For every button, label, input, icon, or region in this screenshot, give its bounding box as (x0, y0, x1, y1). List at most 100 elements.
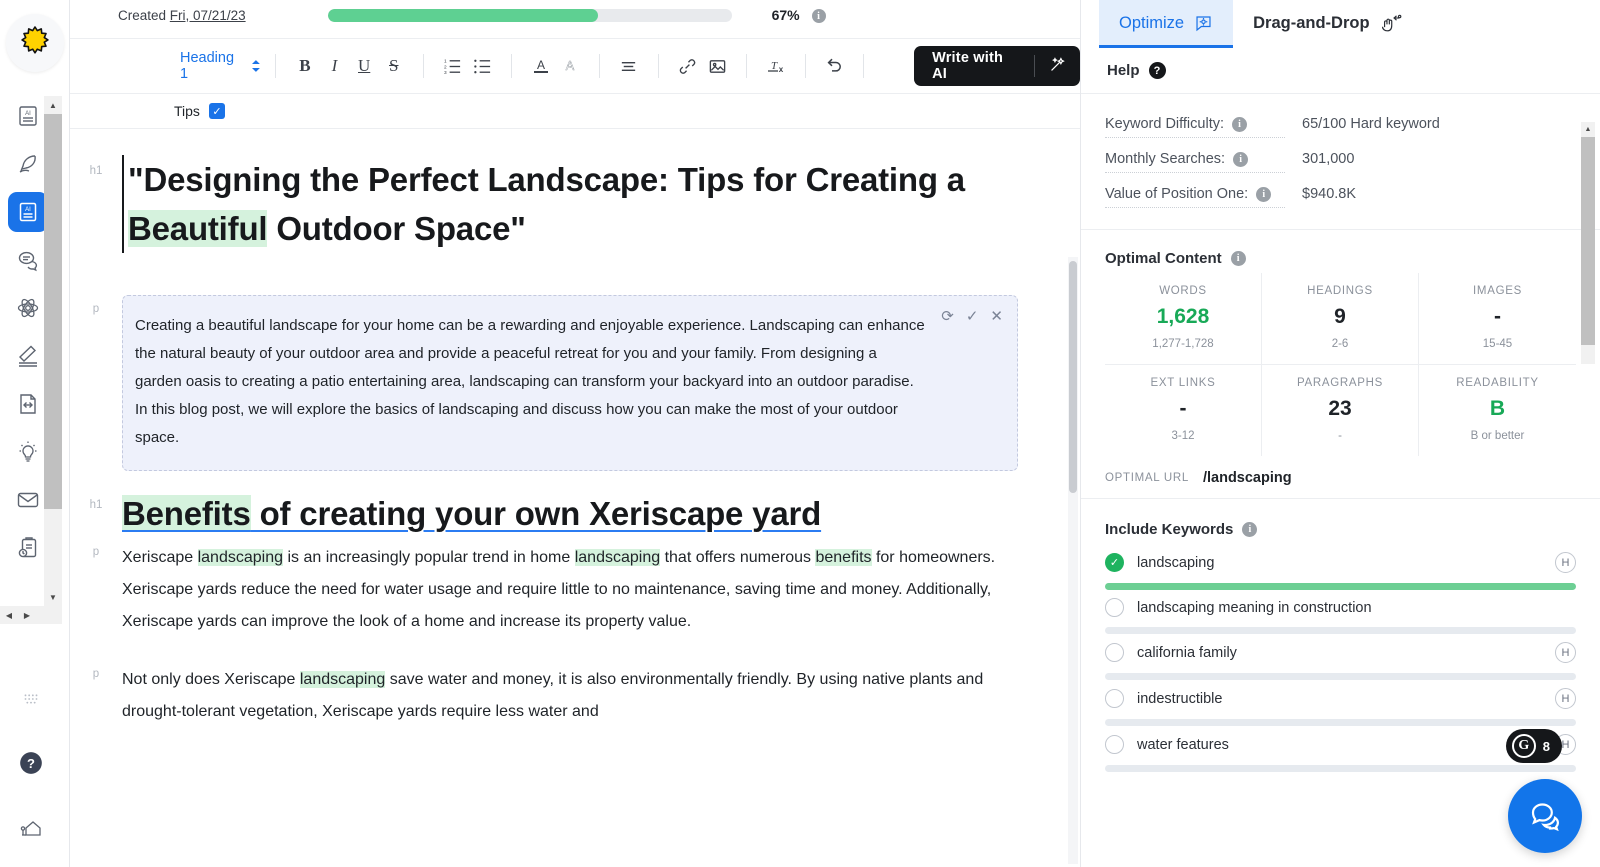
document-canvas[interactable]: h1 "Designing the Perfect Landscape: Tip… (70, 129, 1080, 864)
panel-scrollbar[interactable]: ▲ (1581, 122, 1595, 364)
tips-checkbox[interactable]: ✓ (209, 103, 225, 119)
sidebar-item-chat[interactable] (8, 240, 48, 280)
panel-scroll-up-arrow[interactable]: ▲ (1581, 122, 1595, 136)
sidebar-item-write[interactable] (8, 144, 48, 184)
ordered-list-button[interactable]: 1 2 3 (438, 51, 468, 81)
toolbar-divider (423, 54, 424, 78)
keyword-checked-icon[interactable]: ✓ (1105, 553, 1124, 572)
highlight-color-button[interactable]: A (555, 51, 585, 81)
keyword-unchecked-icon[interactable] (1105, 735, 1124, 754)
dismiss-suggestion-icon[interactable]: ✕ (990, 307, 1003, 325)
sidebar-item-apps[interactable] (11, 679, 51, 719)
progress-info-icon[interactable]: i (812, 9, 826, 23)
stat-value: 301,000 (1285, 151, 1354, 167)
stat-value: 65/100 Hard keyword (1285, 116, 1440, 132)
sidebar-item-help[interactable]: ? (11, 743, 51, 783)
ai-document-icon: AI (16, 200, 40, 224)
chat-widget-button[interactable] (1508, 779, 1582, 853)
sidebar-item-ai-document[interactable]: AI (8, 192, 48, 232)
grid-dots-icon (20, 688, 42, 710)
sidebar-item-code[interactable] (8, 384, 48, 424)
grammarly-badge[interactable]: G 8 (1506, 729, 1562, 763)
italic-button[interactable]: I (320, 51, 350, 81)
document-paragraph[interactable]: Xeriscape landscaping is an increasingly… (122, 542, 1040, 638)
accept-suggestion-icon[interactable]: ✓ (966, 307, 979, 325)
info-icon[interactable]: i (1256, 187, 1271, 202)
svg-text:3: 3 (444, 70, 447, 76)
ai-suggestion-text: Creating a beautiful landscape for your … (135, 312, 927, 452)
info-icon[interactable]: i (1233, 152, 1248, 167)
envelope-icon (16, 488, 40, 512)
write-with-ai-button[interactable]: Write with AI (914, 46, 1080, 86)
rail-scroll-up-arrow[interactable]: ▲ (44, 96, 62, 114)
sidebar-item-ideas[interactable] (8, 432, 48, 472)
rail-scroll-thumb[interactable] (44, 114, 62, 509)
regenerate-suggestion-icon[interactable]: ⟳ (941, 307, 954, 325)
include-keywords-title-row: Include Keywords i (1105, 521, 1576, 538)
keyword-unchecked-icon[interactable] (1105, 643, 1124, 662)
panel-scroll-thumb[interactable] (1581, 137, 1595, 345)
undo-icon (824, 56, 844, 76)
help-row[interactable]: Help ? (1081, 56, 1600, 93)
magic-wand-icon[interactable] (1049, 56, 1074, 77)
keyword-head: landscaping meaning in construction (1105, 598, 1576, 617)
bold-button[interactable]: B (290, 51, 320, 81)
image-button[interactable] (702, 51, 732, 81)
sidebar-item-ai-article[interactable]: AI (8, 96, 48, 136)
bulleted-list-icon (473, 57, 492, 76)
metric-label: READABILITY (1423, 377, 1572, 389)
ai-suggestion-box[interactable]: ⟳ ✓ ✕ Creating a beautiful landscape for… (122, 295, 1018, 471)
sidebar-item-edit[interactable] (8, 336, 48, 376)
created-date-value[interactable]: Fri, 07/21/23 (170, 8, 246, 23)
metric-value: - (1109, 397, 1257, 421)
created-label: Created (118, 8, 166, 23)
bulleted-list-button[interactable] (467, 51, 497, 81)
keyword-unchecked-icon[interactable] (1105, 598, 1124, 617)
strikethrough-button[interactable]: S (379, 51, 409, 81)
metric-cell: PARAGRAPHS23- (1262, 365, 1419, 456)
sidebar-item-tasks[interactable] (8, 528, 48, 568)
rail-scroll-right-arrow[interactable]: ▶ (18, 606, 36, 624)
sidebar-item-home[interactable] (11, 807, 51, 847)
document-scroll-thumb[interactable] (1069, 261, 1077, 493)
info-icon[interactable]: i (1242, 522, 1257, 537)
help-question-icon[interactable]: ? (1149, 62, 1166, 79)
tab-optimize[interactable]: Optimize (1099, 0, 1233, 48)
info-icon[interactable]: i (1232, 117, 1247, 132)
highlight-color-icon: A (560, 56, 580, 76)
sidebar-item-mail[interactable] (8, 480, 48, 520)
metric-cell: HEADINGS92-6 (1262, 273, 1419, 365)
rail-scroll-down-arrow[interactable]: ▼ (44, 588, 62, 606)
optimal-url-value[interactable]: /landscaping (1203, 470, 1292, 486)
underline-button[interactable]: U (349, 51, 379, 81)
keyword-label: california family (1137, 645, 1542, 661)
keyword-heading-badge[interactable]: H (1555, 642, 1576, 663)
panel-tabs: Optimize Drag-and-Drop (1081, 0, 1600, 56)
app-logo[interactable] (6, 14, 64, 72)
rail-vertical-scrollbar[interactable]: ▲ ▼ (44, 96, 62, 606)
sidebar-item-atom[interactable] (8, 288, 48, 328)
text-color-button[interactable]: A (526, 51, 556, 81)
link-button[interactable] (673, 51, 703, 81)
pencil-lines-icon (16, 344, 40, 368)
keyword-heading-badge[interactable]: H (1555, 688, 1576, 709)
tab-drag-and-drop[interactable]: Drag-and-Drop (1233, 0, 1421, 48)
document-paragraph[interactable]: Not only does Xeriscape landscaping save… (122, 664, 1040, 728)
document-heading-1[interactable]: "Designing the Perfect Landscape: Tips f… (122, 155, 1040, 253)
keyword-unchecked-icon[interactable] (1105, 689, 1124, 708)
paragraph-style-select[interactable]: Heading 1 (180, 50, 261, 82)
keyword-heading-badge[interactable]: H (1555, 552, 1576, 573)
rail-horizontal-scrollbar[interactable]: ◀ ▶ (0, 606, 62, 624)
toolbar-divider (658, 54, 659, 78)
undo-button[interactable] (819, 51, 849, 81)
app-root: AI AI (0, 0, 1600, 867)
align-button[interactable] (614, 51, 644, 81)
tab-drag-and-drop-label: Drag-and-Drop (1253, 14, 1369, 33)
highlighted-keyword: Benefits (122, 495, 251, 532)
info-icon[interactable]: i (1231, 251, 1246, 266)
text-run: that offers numerous (660, 549, 815, 566)
document-heading-2[interactable]: Benefits of creating your own Xeriscape … (122, 489, 901, 538)
document-scrollbar[interactable] (1068, 257, 1078, 864)
clear-format-button[interactable]: T x (761, 51, 791, 81)
rail-scroll-left-arrow[interactable]: ◀ (0, 606, 18, 624)
